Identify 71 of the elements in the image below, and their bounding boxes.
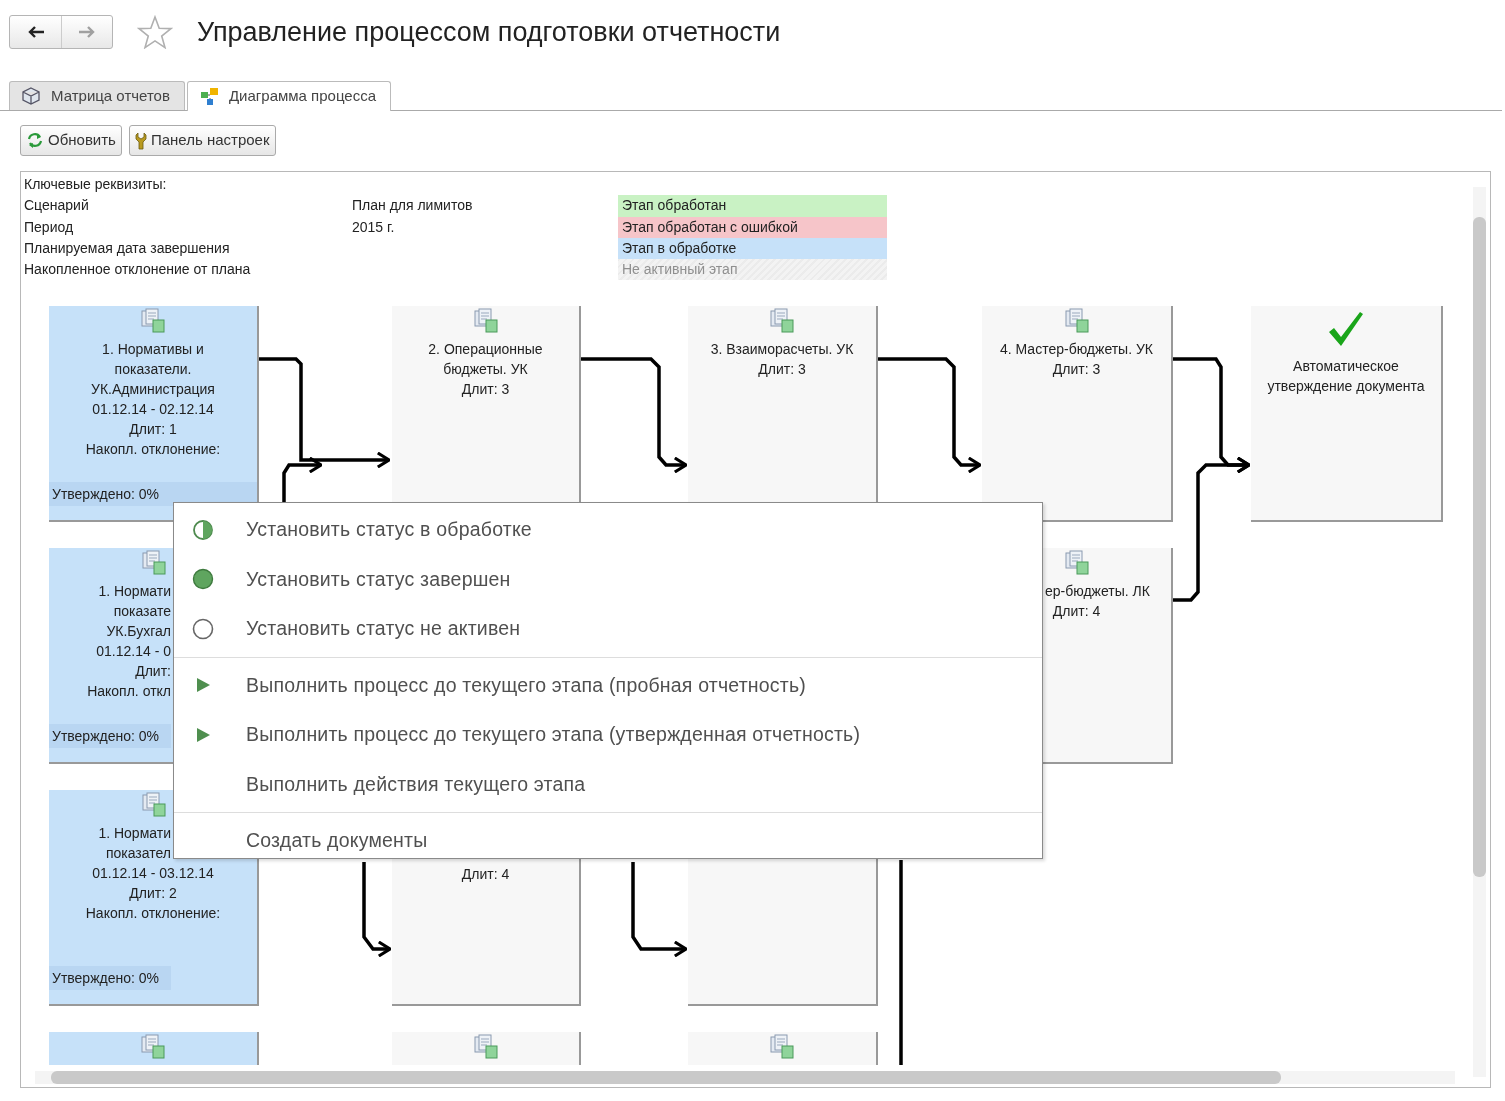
approval-percent: Утверждено: 0% — [49, 966, 171, 990]
refresh-button[interactable]: Обновить — [20, 125, 122, 156]
document-stack-icon — [142, 792, 166, 817]
cube-icon — [22, 86, 41, 106]
process-step-node[interactable]: 1. Нормативы и показатели. УК.Администрация 01.12.14 - 02.12.14 Длит: 1 Накопл. отклонение: Утверждено: 0% — [49, 306, 259, 522]
document-stack-icon — [770, 308, 794, 333]
process-step-node[interactable]: 4. Мастер-бюджеты. УК Длит: 3 — [982, 306, 1173, 522]
node-text: показатели. — [114, 360, 192, 379]
node-text: Длит: 4 — [461, 865, 510, 884]
refresh-icon — [26, 130, 44, 151]
node-text: показател — [105, 844, 171, 863]
document-stack-icon — [1064, 550, 1089, 575]
node-text: УК.Администрация — [91, 380, 215, 399]
approval-percent: Утверждено: 0% — [49, 482, 257, 506]
legend-item: Этап в обработке — [618, 237, 887, 260]
attributes-heading: Ключевые реквизиты: — [24, 175, 168, 194]
node-text: ер-бюджеты. ЛК — [1045, 582, 1150, 601]
empty-circle-icon — [192, 617, 214, 640]
attribute-label: Сценарий — [24, 196, 90, 216]
node-text: Длит: 3 — [758, 360, 806, 379]
node-text: 2. Операционные — [428, 340, 543, 359]
node-text: Длит: 1 — [129, 420, 177, 439]
node-text: 4. Мастер-бюджеты. УК — [1000, 340, 1153, 359]
node-text: УК.Бухгал — [106, 622, 171, 641]
node-text: 01.12.14 - 02.12.14 — [92, 400, 214, 419]
node-text: 1. Нормативы и — [102, 340, 204, 359]
node-text: Накопл. отклонение: — [85, 440, 221, 459]
attribute-label: Период — [24, 217, 75, 237]
favorite-star-icon[interactable] — [137, 15, 173, 49]
document-stack-icon — [1064, 308, 1089, 333]
tab[interactable]: Матрица отчетов — [9, 81, 185, 110]
tab[interactable]: Диаграмма процесса — [186, 81, 392, 111]
scrollbar-thumb[interactable] — [1473, 217, 1486, 877]
approval-step-node[interactable]: Автоматическое утверждение документа — [1251, 306, 1443, 522]
document-stack-icon — [141, 308, 165, 333]
node-text: 01.12.14 - 0 — [96, 642, 171, 661]
vertical-scrollbar[interactable] — [1473, 187, 1486, 1077]
node-text: Длит: 2 — [129, 884, 177, 903]
document-stack-icon — [142, 550, 166, 575]
legend-item: Этап обработан с ошибкой — [618, 216, 887, 238]
node-text: 01.12.14 - 03.12.14 — [92, 864, 214, 883]
node-text: 1. Нормати — [98, 582, 171, 601]
node-text: Автоматическое — [1293, 357, 1399, 376]
node-text: утверждение документа — [1267, 377, 1425, 396]
node-text: Накопл. отклонение: — [85, 904, 221, 923]
half-filled-circle-icon — [192, 518, 214, 541]
node-text: Длит: 3 — [461, 380, 510, 399]
node-text: Длит: 4 — [1052, 602, 1101, 621]
attribute-label: Накопленное отклонение от плана — [24, 260, 252, 280]
node-text: показате — [113, 602, 171, 621]
node-text: Длит: 3 — [1052, 360, 1101, 379]
settings-panel-button[interactable]: Панель настроек — [128, 125, 276, 156]
legend-item: Этап обработан — [618, 195, 887, 217]
filled-circle-icon — [192, 568, 214, 591]
attribute-value: План для лимитов — [352, 196, 474, 216]
window-title: Управление процессом подготовки отчетности — [197, 16, 781, 49]
document-stack-icon — [473, 1034, 498, 1059]
attribute-value: 2015 г. — [352, 217, 396, 237]
attribute-label: Планируемая дата завершения — [24, 238, 231, 258]
diagram-icon — [199, 87, 219, 106]
node-text: Длит: — [135, 662, 171, 681]
legend-item: Не активный этап — [618, 259, 887, 281]
document-stack-icon — [770, 1034, 794, 1059]
node-text: 1. Нормати — [98, 824, 171, 843]
node-text: 3. Взаиморасчеты. УК — [710, 340, 854, 359]
approval-percent: Утверждено: 0% — [49, 724, 171, 748]
wrench-icon — [134, 130, 147, 151]
document-stack-icon — [141, 1034, 165, 1059]
document-stack-icon — [473, 308, 498, 333]
node-text: Накопл. откл — [87, 682, 171, 701]
node-text: бюджеты. УК — [443, 360, 528, 379]
